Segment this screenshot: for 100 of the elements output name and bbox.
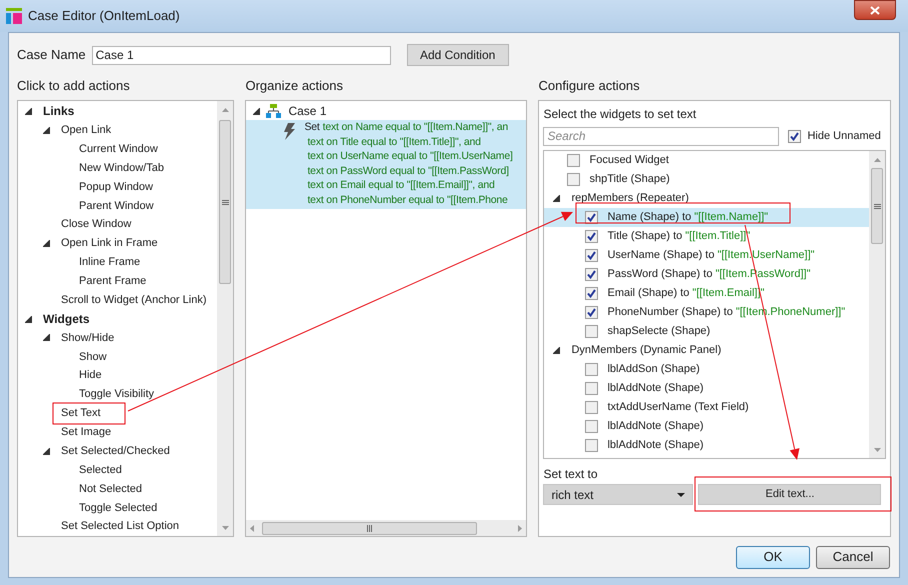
action-item[interactable]: Show (79, 348, 107, 366)
action-item[interactable]: Open Link (61, 122, 112, 139)
checkbox[interactable] (788, 130, 802, 142)
action-item[interactable]: Hide (79, 367, 102, 384)
case-name-field[interactable]: Case 1 (92, 46, 391, 64)
check-icon (587, 289, 596, 298)
action-item[interactable]: Parent Frame (79, 273, 146, 290)
checkbox[interactable] (585, 211, 598, 224)
action-item[interactable]: Not Selected (79, 480, 142, 498)
widget-label: PhoneNumber (Shape) to (607, 305, 733, 320)
action-text: text on PhoneNumber equal to "[[Item.Phone (307, 192, 508, 208)
expanded-arrow-icon[interactable] (553, 347, 560, 354)
action-item[interactable]: Selected (79, 462, 122, 478)
expanded-arrow-icon[interactable] (43, 126, 50, 134)
checkbox[interactable] (585, 268, 598, 281)
scrollbar-thumb[interactable] (262, 522, 478, 534)
check-icon (587, 308, 596, 317)
window-title: Case Editor (OnItemLoad) (28, 7, 180, 26)
widget-row[interactable]: shapSelecte (Shape) (544, 322, 869, 341)
close-button[interactable] (854, 0, 896, 20)
widget-label: PassWord (Shape) to (607, 267, 712, 282)
widget-label: txtAddUserName (Text Field) (607, 400, 749, 416)
checkbox[interactable] (567, 173, 580, 186)
expanded-arrow-icon[interactable] (253, 108, 260, 114)
action-item[interactable]: Popup Window (79, 178, 153, 196)
checkbox[interactable] (585, 363, 598, 376)
section-heading: Organize actions (245, 77, 344, 95)
section-heading: Configure actions (538, 77, 641, 95)
expanded-arrow-icon[interactable] (43, 334, 50, 342)
scroll-right-icon[interactable] (518, 524, 522, 532)
checkbox[interactable] (585, 306, 598, 319)
section-heading: Click to add actions (17, 77, 131, 95)
set-text-to-label: Set text to (543, 466, 599, 481)
action-item[interactable]: Toggle Selected (79, 500, 158, 516)
widget-row[interactable]: txtAddUserName (Text Field) (544, 398, 869, 417)
widget-row[interactable]: lblAddSon (Shape) (544, 360, 869, 379)
cancel-button[interactable]: Cancel (816, 546, 890, 568)
widget-label: lblAddNote (Shape) (607, 438, 704, 454)
expanded-arrow-icon[interactable] (25, 108, 32, 115)
ok-button[interactable]: OK (736, 546, 810, 568)
action-item[interactable]: Set Text (61, 405, 101, 422)
lightning-icon (283, 123, 296, 140)
action-item[interactable]: Inline Frame (79, 254, 140, 271)
action-item[interactable]: Toggle Visibility (79, 386, 154, 403)
checkbox[interactable] (585, 249, 598, 262)
action-item[interactable]: Close Window (61, 216, 132, 233)
case-label[interactable]: Case 1 (288, 102, 326, 120)
action-item[interactable]: Scroll to Widget (Anchor Link) (61, 292, 206, 308)
expanded-arrow-icon[interactable] (553, 195, 560, 202)
widget-row[interactable]: Name (Shape) to "[[Item.Name]]" (544, 208, 869, 227)
action-item[interactable]: Open Link in Frame (61, 235, 158, 252)
rich-text-dropdown[interactable]: rich text (543, 484, 694, 505)
scroll-up-icon[interactable] (222, 108, 229, 112)
category-label: Links (43, 103, 74, 120)
action-item[interactable]: Set Image (61, 424, 112, 441)
widget-group-label[interactable]: DynMembers (Dynamic Panel) (571, 342, 722, 359)
edit-text-button[interactable]: Edit text... (698, 484, 882, 505)
widget-row[interactable]: Focused Widget (544, 151, 869, 170)
check-icon (587, 213, 596, 222)
scroll-down-icon[interactable] (222, 526, 229, 530)
scroll-left-icon[interactable] (250, 524, 254, 532)
scrollbar-thumb[interactable] (219, 120, 232, 284)
checkbox[interactable] (567, 154, 580, 167)
checkbox[interactable] (585, 439, 598, 452)
scrollbar-thumb[interactable] (871, 168, 883, 244)
action-block[interactable] (246, 120, 526, 209)
widget-row[interactable]: lblAddNote (Shape) (544, 436, 869, 455)
search-field[interactable]: Search (543, 126, 780, 146)
expanded-arrow-icon[interactable] (43, 240, 50, 248)
widget-label: lblAddNote (Shape) (607, 381, 704, 396)
action-item[interactable]: New Window/Tab (79, 160, 164, 176)
checkbox[interactable] (585, 230, 598, 243)
action-item[interactable]: Set Selected List Option (61, 518, 180, 535)
widget-label: lblAddSon (Shape) (607, 362, 700, 378)
expanded-arrow-icon[interactable] (43, 448, 50, 455)
widget-value: "[[Item.Name]]" (694, 210, 768, 226)
widget-group-label[interactable]: repMembers (Repeater) (571, 190, 689, 207)
checkbox[interactable] (585, 325, 598, 338)
checkbox[interactable] (585, 401, 598, 414)
widget-row[interactable]: lblAddNote (Shape) (544, 417, 869, 436)
action-item[interactable]: Show/Hide (61, 330, 114, 346)
scroll-up-icon[interactable] (874, 158, 880, 162)
action-item[interactable]: Set Selected/Checked (61, 442, 170, 460)
action-text: text on Title equal to "[[Item.Title]]", and (307, 134, 481, 150)
checkbox[interactable] (585, 420, 598, 433)
check-icon (587, 232, 596, 241)
widget-row[interactable]: shpTitle (Shape) (544, 170, 869, 189)
action-text: text on Email equal to "[[Item.Email]]", and (307, 178, 495, 194)
add-condition-button[interactable]: Add Condition (406, 44, 509, 66)
widget-row[interactable]: lblAddNote (Shape) (544, 379, 869, 398)
scroll-down-icon[interactable] (874, 448, 880, 452)
action-item[interactable]: Parent Window (79, 198, 154, 214)
dropdown-caret-icon (677, 492, 686, 496)
expanded-arrow-icon[interactable] (25, 316, 32, 323)
action-item[interactable]: Current Window (79, 140, 158, 158)
checkbox[interactable] (585, 287, 598, 300)
category-label: Widgets (43, 311, 90, 328)
checkbox[interactable] (585, 382, 598, 395)
widget-label: lblAddNote (Shape) (607, 419, 704, 434)
check-icon (587, 251, 596, 260)
